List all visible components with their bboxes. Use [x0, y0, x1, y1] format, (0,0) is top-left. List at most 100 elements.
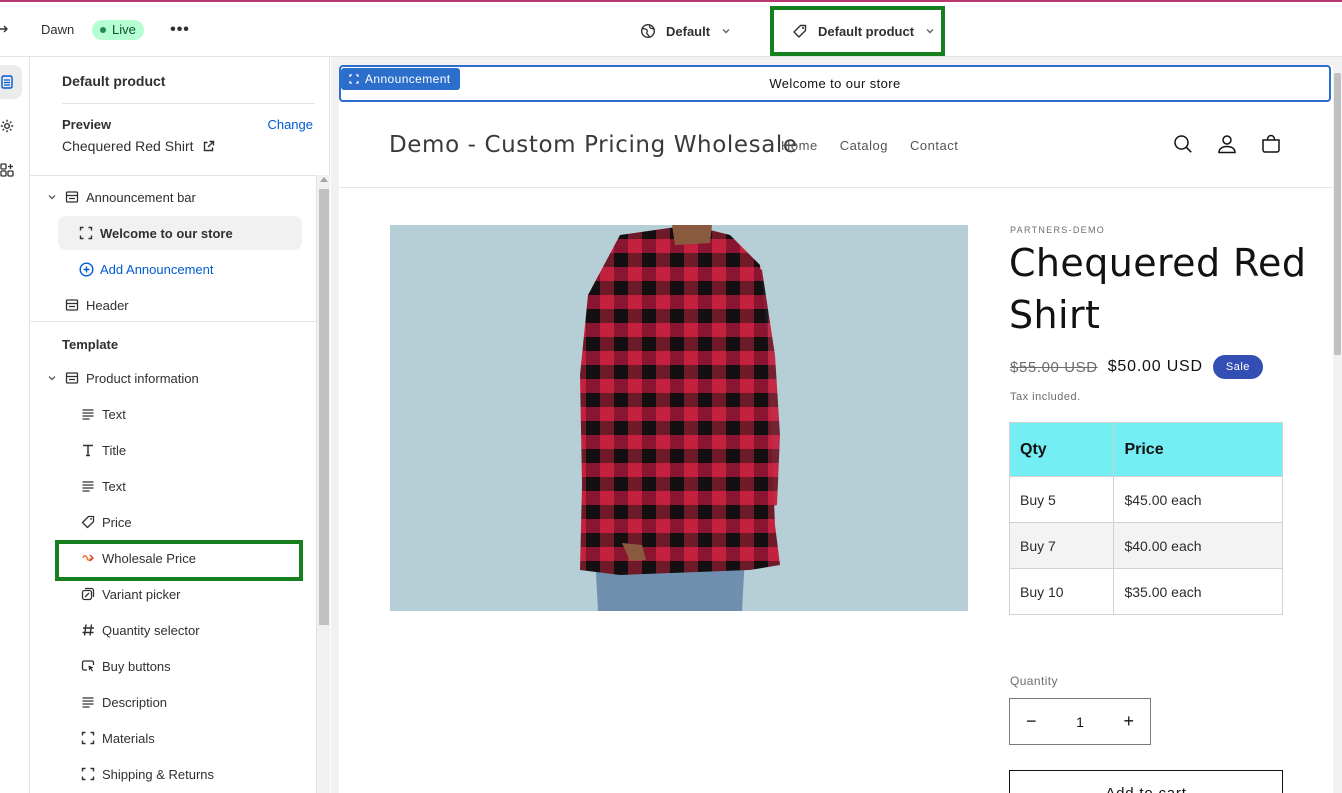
language-select[interactable]: Default — [640, 19, 732, 43]
block-buy-buttons[interactable]: Buy buttons — [80, 649, 310, 683]
store-header: Demo - Custom Pricing Wholesale Home Cat… — [339, 102, 1333, 188]
table-cell-price: $45.00 each — [1113, 476, 1283, 523]
add-to-cart-button[interactable]: Add to cart — [1009, 770, 1283, 793]
storefront-preview: Announcement Welcome to our store Demo -… — [331, 57, 1342, 793]
text-lines-icon — [80, 478, 96, 494]
theme-name: Dawn — [41, 22, 75, 37]
globe-icon — [640, 23, 656, 39]
preview-scrollbar[interactable] — [1333, 65, 1342, 793]
block-title[interactable]: Title — [80, 433, 310, 467]
exit-icon[interactable] — [0, 22, 8, 36]
tree-item-header[interactable]: Header — [64, 288, 304, 322]
tree-item-label: Product information — [86, 370, 199, 386]
block-description[interactable]: Description — [80, 685, 310, 719]
nav-link-home[interactable]: Home — [781, 138, 818, 153]
table-cell-qty: Buy 5 — [1008, 476, 1115, 523]
quantity-stepper: − 1 + — [1009, 698, 1151, 745]
chevron-down-icon — [48, 195, 56, 200]
block-label: Title — [102, 442, 127, 458]
template-select[interactable]: Default product — [770, 6, 945, 56]
block-variant-picker[interactable]: Variant picker — [80, 577, 310, 611]
preview-scroll-thumb[interactable] — [1334, 73, 1341, 355]
nav-link-contact[interactable]: Contact — [910, 138, 958, 153]
tree-item-announcement-bar[interactable]: Announcement bar — [46, 180, 316, 214]
divider — [30, 321, 316, 322]
store-name[interactable]: Demo - Custom Pricing Wholesale — [389, 132, 798, 158]
block-label: Shipping & Returns — [102, 766, 215, 782]
block-price[interactable]: Price — [80, 505, 310, 539]
live-status-badge: Live — [92, 20, 144, 40]
change-preview-link[interactable]: Change — [267, 117, 313, 132]
quantity-increase-button[interactable]: + — [1123, 711, 1134, 732]
price-row: $55.00 USD $50.00 USD Sale — [1010, 355, 1263, 379]
table-row: Buy 10 $35.00 each — [1008, 568, 1283, 615]
table-row: Buy 7 $40.00 each — [1008, 522, 1283, 569]
left-rail — [0, 57, 30, 793]
block-text[interactable]: Text — [80, 397, 310, 431]
add-announcement-label: Add Announcement — [100, 261, 214, 277]
block-label: Variant picker — [102, 586, 181, 602]
compare-at-price: $55.00 USD — [1010, 358, 1098, 376]
account-icon[interactable] — [1215, 132, 1239, 156]
quantity-input[interactable]: 1 — [1076, 714, 1084, 730]
tree-item-product-information[interactable]: Product information — [46, 361, 316, 395]
hash-icon — [80, 622, 96, 638]
product-vendor: PARTNERS-DEMO — [1010, 225, 1106, 235]
title-t-icon — [80, 442, 96, 458]
more-actions-button[interactable]: ••• — [168, 18, 192, 42]
plus-circle-icon — [78, 261, 94, 277]
block-label: Quantity selector — [102, 622, 200, 638]
block-dashed-icon — [349, 74, 359, 84]
sections-sidebar: Default product Preview Change Chequered… — [30, 57, 330, 793]
preview-label: Preview — [62, 117, 112, 132]
preview-frame: Announcement Welcome to our store Demo -… — [339, 65, 1333, 793]
block-shipping-returns[interactable]: Shipping & Returns — [80, 757, 310, 791]
scroll-up-arrow-icon[interactable] — [320, 177, 328, 182]
chevron-down-icon — [48, 376, 56, 381]
live-label: Live — [112, 22, 136, 37]
tree-item-label: Welcome to our store — [100, 225, 233, 241]
apps-rail-button[interactable] — [0, 153, 22, 187]
block-label: Text — [102, 406, 126, 422]
announcement-tag-label: Announcement — [365, 72, 451, 86]
block-label: Buy buttons — [102, 658, 171, 674]
sidebar-scrollbar[interactable] — [316, 175, 330, 793]
tree-item-label: Announcement bar — [86, 189, 196, 205]
price-tag-icon — [80, 514, 96, 530]
theme-editor: Dawn Live ••• Default Default product De… — [0, 0, 1342, 793]
sale-price: $50.00 USD — [1107, 358, 1203, 375]
language-label: Default — [666, 23, 711, 39]
settings-rail-button[interactable] — [0, 109, 22, 143]
block-quantity-selector[interactable]: Quantity selector — [80, 613, 310, 647]
preview-product[interactable]: Chequered Red Shirt — [62, 138, 215, 154]
nav-link-catalog[interactable]: Catalog — [840, 138, 888, 153]
sale-badge: Sale — [1212, 355, 1263, 379]
tree-item-label: Header — [86, 297, 129, 313]
block-text[interactable]: Text — [80, 469, 310, 503]
announcement-text: Welcome to our store — [769, 76, 901, 91]
top-bar: Dawn Live ••• Default Default product — [0, 0, 1342, 57]
table-row: Buy 5 $45.00 each — [1008, 476, 1283, 523]
table-header-price: Price — [1113, 422, 1283, 477]
external-link-icon — [203, 140, 214, 151]
block-dashed-icon — [80, 766, 96, 782]
search-icon[interactable] — [1171, 132, 1195, 156]
table-cell-price: $40.00 each — [1113, 522, 1283, 569]
add-announcement-button[interactable]: Add Announcement — [78, 252, 298, 286]
table-header-row: Qty Price — [1008, 422, 1283, 477]
table-cell-price: $35.00 each — [1113, 568, 1283, 615]
tree-item-announcement[interactable]: Welcome to our store — [58, 216, 302, 250]
table-cell-qty: Buy 7 — [1008, 522, 1115, 569]
sidebar-scroll-thumb[interactable] — [319, 189, 329, 625]
cart-icon[interactable] — [1259, 132, 1283, 156]
section-tree: Announcement bar Welcome to our store Ad… — [30, 175, 316, 793]
section-icon — [64, 297, 80, 313]
block-dashed-icon — [78, 225, 94, 241]
divider — [62, 103, 315, 104]
sections-rail-button[interactable] — [0, 65, 22, 99]
block-materials[interactable]: Materials — [80, 721, 310, 755]
quantity-label: Quantity — [1010, 674, 1058, 688]
quantity-decrease-button[interactable]: − — [1026, 711, 1037, 732]
announcement-bar[interactable]: Announcement Welcome to our store — [339, 65, 1331, 102]
product-image[interactable] — [390, 225, 968, 611]
